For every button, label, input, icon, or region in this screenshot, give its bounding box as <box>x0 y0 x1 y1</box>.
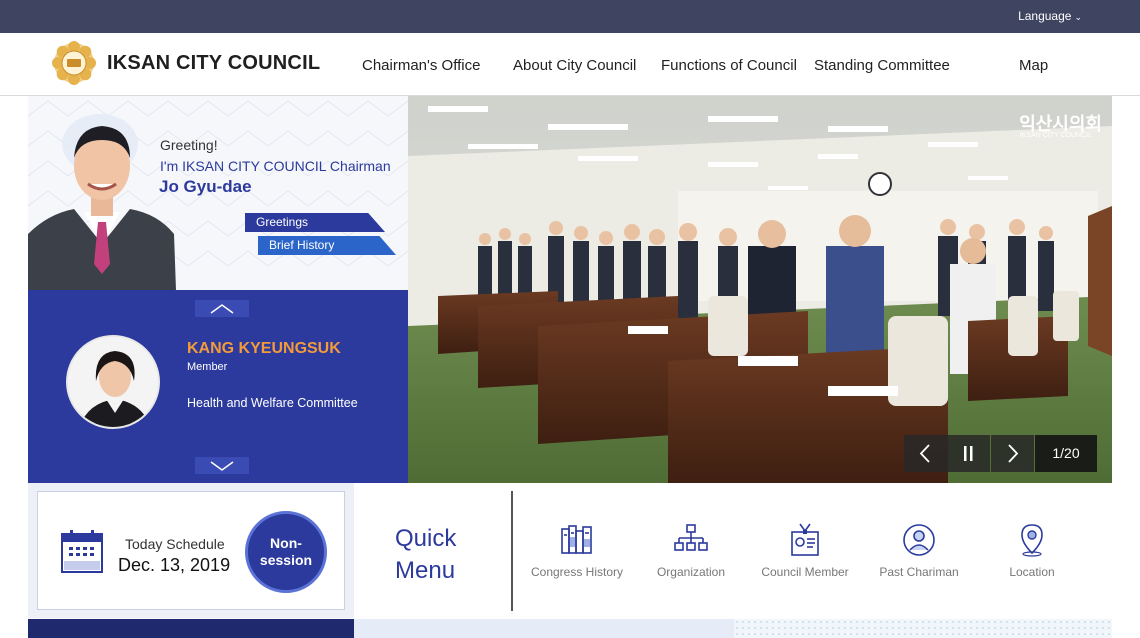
chairman-panel: Greeting! I'm IKSAN CITY COUNCIL Chairma… <box>28 96 408 290</box>
session-status-line2: session <box>259 552 313 568</box>
bottom-panel-middle <box>354 619 734 638</box>
schedule-date: Dec. 13, 2019 <box>118 555 231 575</box>
chairman-name: Jo Gyu-dae <box>159 177 252 196</box>
quick-menu-title: Quick Menu <box>395 523 456 587</box>
chevron-down-icon: ⌄ <box>1074 12 1082 22</box>
quick-menu-location[interactable]: Location <box>977 523 1087 579</box>
member-photo <box>66 335 160 429</box>
site-header: IKSAN CITY COUNCIL Chairman's Office Abo… <box>0 33 1140 96</box>
session-status-badge: Non- session <box>245 511 327 593</box>
session-status-line1: Non- <box>270 535 302 551</box>
greetings-link[interactable]: Greetings <box>245 213 385 232</box>
schedule-label: Today Schedule <box>125 536 225 552</box>
brief-history-link[interactable]: Brief History <box>258 236 396 255</box>
slide-counter: 1/20 <box>1035 435 1097 472</box>
bottom-panel-left <box>28 619 354 638</box>
quick-menu-label: Past Chariman <box>879 565 959 579</box>
chevron-down-icon <box>210 461 234 471</box>
quick-menu-title-line1: Quick <box>395 525 457 552</box>
pause-icon <box>964 446 973 461</box>
person-icon <box>903 524 935 556</box>
language-label: Language <box>1018 9 1072 23</box>
quick-menu-past-chairman[interactable]: Past Chariman <box>864 523 974 579</box>
member-name[interactable]: KANG KYEUNGSUK <box>187 340 341 358</box>
quick-menu: Quick Menu Congress History Organization <box>354 483 1112 618</box>
quick-menu-label: Organization <box>656 565 726 579</box>
nav-chairmans-office[interactable]: Chairman's Office <box>362 57 480 74</box>
language-selector[interactable]: Language ⌄ <box>1018 9 1082 23</box>
org-chart-icon <box>674 524 708 551</box>
schedule-card[interactable]: Today Schedule Dec. 13, 2019 Non- sessio… <box>37 491 345 610</box>
calendar-icon <box>61 530 103 573</box>
chevron-up-icon <box>210 304 234 314</box>
bottom-panel-right <box>734 619 1112 638</box>
council-chamber-photo <box>408 96 1112 483</box>
books-icon <box>561 525 592 554</box>
quick-menu-label: Location <box>1009 565 1055 579</box>
site-logo-text[interactable]: IKSAN CITY COUNCIL <box>107 52 320 75</box>
id-badge-icon <box>791 523 819 556</box>
chevron-left-icon <box>919 444 930 463</box>
quick-menu-label: Congress History <box>530 565 624 579</box>
member-next-button[interactable] <box>195 457 249 474</box>
quick-menu-divider <box>511 491 513 611</box>
slide-prev-button[interactable] <box>904 435 947 472</box>
quick-menu-council-member[interactable]: Council Member <box>750 523 860 579</box>
nav-map[interactable]: Map <box>1019 57 1048 74</box>
slide-pause-button[interactable] <box>947 435 990 472</box>
council-emblem-icon[interactable] <box>52 41 96 85</box>
watermark-english: IKSAN CITY COUNCIL <box>1019 132 1092 139</box>
schedule-section: Today Schedule Dec. 13, 2019 Non- sessio… <box>28 483 354 618</box>
hero-slideshow: 익산시의회 IKSAN CITY COUNCIL 1/20 <box>408 96 1112 483</box>
top-bar: Language ⌄ <box>0 0 1140 33</box>
chairman-photo <box>28 114 176 290</box>
slide-next-button[interactable] <box>991 435 1034 472</box>
nav-about-city-council[interactable]: About City Council <box>513 57 636 74</box>
chairman-intro: I'm IKSAN CITY COUNCIL Chairman <box>160 158 391 174</box>
quick-menu-label: Council Member <box>761 565 849 579</box>
quick-menu-title-line2: Menu <box>395 557 456 584</box>
greeting-text: Greeting! <box>160 137 218 153</box>
map-pin-icon <box>1021 524 1043 557</box>
quick-menu-congress-history[interactable]: Congress History <box>522 523 632 579</box>
member-carousel: KANG KYEUNGSUK Member Health and Welfare… <box>28 290 408 483</box>
member-prev-button[interactable] <box>195 300 249 317</box>
nav-standing-committee[interactable]: Standing Committee <box>814 57 950 74</box>
member-committee: Health and Welfare Committee <box>187 396 358 410</box>
chevron-right-icon <box>1008 444 1019 463</box>
member-role: Member <box>187 361 228 373</box>
quick-menu-organization[interactable]: Organization <box>636 523 746 579</box>
nav-functions-of-council[interactable]: Functions of Council <box>661 57 797 74</box>
